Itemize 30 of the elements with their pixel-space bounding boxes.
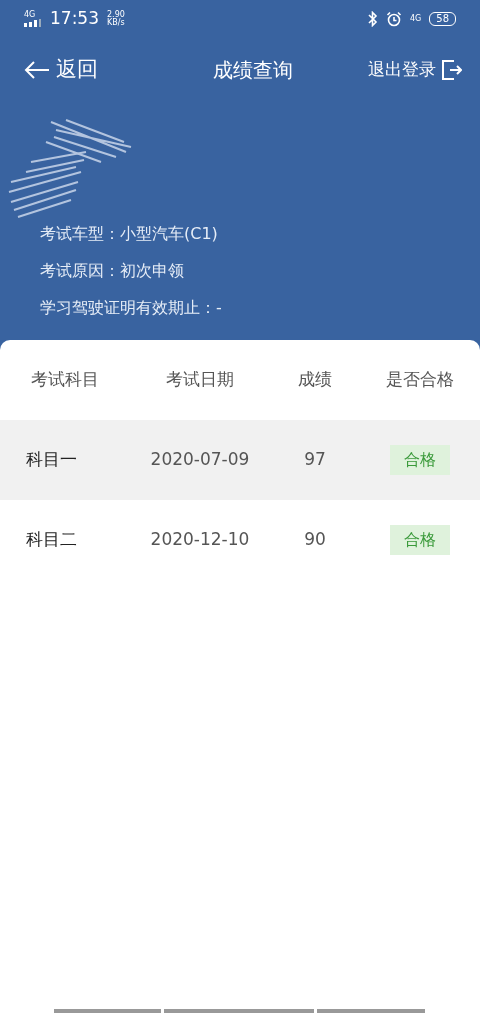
column-header: 考试科目 [30,368,100,392]
page-title: 成绩查询 [213,57,293,84]
speed-value: 2.90 [107,11,125,19]
info-line: 学习驾驶证明有效期止：- [40,297,223,319]
result-tag: 合格 [390,445,450,475]
bluetooth-icon [367,11,378,27]
signal-icon [24,19,42,27]
table-cell: 科目二 [26,529,77,550]
battery-indicator: 58 [429,12,456,26]
logout-button[interactable]: 退出登录 [368,57,462,83]
back-button[interactable]: 返回 [24,54,98,86]
clock-time: 17:53 [50,7,99,31]
column-header: 是否合格 [385,368,455,392]
table-cell: 2020-12-10 [150,529,250,550]
table-row[interactable]: 科目一 2020-07-09 97 合格 [0,420,480,500]
info-line: 考试车型：小型汽车(C1) [40,223,219,245]
table-cell: 2020-07-09 [150,449,250,470]
back-arrow-icon [24,61,50,79]
result-tag: 合格 [390,525,450,555]
table-cell: 科目一 [26,449,77,470]
speed-unit: KB/s [107,19,125,27]
table-cell: 90 [304,529,326,550]
column-header: 成绩 [297,368,333,392]
alarm-clock-icon [385,11,402,27]
info-line: 考试原因：初次申领 [40,260,185,282]
column-header: 考试日期 [165,368,235,392]
network-label: 4G [24,11,37,19]
table-cell: 97 [304,449,326,470]
mobile-data-label: 4G [409,15,422,23]
logout-icon [442,60,462,80]
